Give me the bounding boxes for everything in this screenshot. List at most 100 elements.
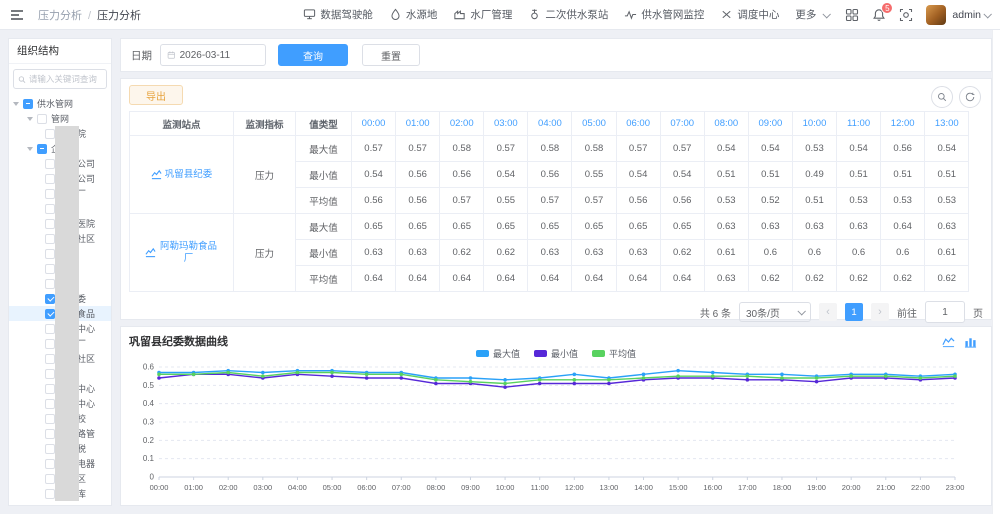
svg-text:19:00: 19:00 xyxy=(807,483,826,492)
column-header-indicator: 监测指标 xyxy=(233,111,296,136)
checkbox[interactable] xyxy=(37,143,47,154)
breadcrumb-parent[interactable]: 压力分析 xyxy=(38,10,82,22)
checkbox[interactable] xyxy=(45,353,55,364)
nav-item-water-plant[interactable]: 水厂管理 xyxy=(453,7,512,22)
nav-item-more[interactable]: 更多 xyxy=(795,7,832,22)
prev-page-button[interactable]: ‹ xyxy=(819,303,837,321)
current-page-button[interactable]: 1 xyxy=(845,303,863,321)
checkbox[interactable] xyxy=(45,488,55,499)
user-menu[interactable]: admin xyxy=(952,8,992,21)
checkbox[interactable] xyxy=(45,323,55,334)
value-cell: 0.54 xyxy=(703,135,749,162)
legend-item[interactable]: 最大值 xyxy=(475,347,520,360)
checkbox[interactable] xyxy=(45,308,55,319)
checkbox[interactable] xyxy=(45,458,55,469)
checkbox[interactable] xyxy=(45,233,55,244)
checkbox[interactable] xyxy=(45,338,55,349)
notifications-button[interactable]: 5 xyxy=(872,1,894,22)
tree-item[interactable]: 供水管网 xyxy=(9,96,111,111)
chart-panel: 巩留县纪委数据曲线 最大值 最小值 平均值 0 0.1 0.2 0.3 0.4 0.5 0.6 0… xyxy=(120,326,992,506)
scrollbar-track[interactable] xyxy=(992,30,1000,514)
checkbox[interactable] xyxy=(45,443,55,454)
breadcrumb: 压力分析 / 压力分析 xyxy=(38,7,141,23)
station-cell[interactable]: 阿勒玛勒食品厂 xyxy=(129,213,234,292)
table-row: 巩留县纪委 压力 最大值 0.57 0.57 0.58 0.57 0.58 0.58 0.57 0.… xyxy=(129,135,970,214)
checkbox[interactable] xyxy=(45,203,55,214)
caret-down-icon[interactable] xyxy=(27,146,33,151)
value-cell: 0.51 xyxy=(880,161,926,188)
trend-icon xyxy=(151,169,162,180)
checkbox[interactable] xyxy=(23,98,33,109)
checkbox[interactable] xyxy=(45,158,55,169)
value-cell: 0.64 xyxy=(350,265,397,292)
nav-item-data-cockpit[interactable]: 数据驾驶舱 xyxy=(303,7,373,22)
value-cell: 0.63 xyxy=(703,265,749,292)
export-button[interactable]: 导出 xyxy=(129,85,183,105)
station-cell[interactable]: 巩留县纪委 xyxy=(129,135,234,214)
checkbox[interactable] xyxy=(45,263,55,274)
checkbox[interactable] xyxy=(45,293,55,304)
value-cell: 0.51 xyxy=(747,161,793,188)
checkbox[interactable] xyxy=(45,428,55,439)
checkbox[interactable] xyxy=(45,173,55,184)
value-cell: 0.56 xyxy=(527,161,573,188)
tree-item-label: 管网 xyxy=(51,114,70,124)
breadcrumb-separator: / xyxy=(88,9,92,22)
checkbox[interactable] xyxy=(45,218,55,229)
line-chart-toggle-icon[interactable] xyxy=(942,336,955,348)
time-column-header: 03:00 xyxy=(483,111,529,136)
avatar[interactable] xyxy=(926,4,947,25)
value-cell: 0.54 xyxy=(483,161,529,188)
tree-search-input[interactable] xyxy=(28,74,102,84)
checkbox[interactable] xyxy=(45,188,55,199)
svg-text:20:00: 20:00 xyxy=(842,483,861,492)
calendar-icon xyxy=(167,51,175,59)
value-cell: 0.63 xyxy=(791,213,838,240)
value-cell: 0.63 xyxy=(571,239,617,266)
svg-text:01:00: 01:00 xyxy=(184,483,203,492)
organization-panel-title: 组织结构 xyxy=(9,39,111,64)
redaction-overlay xyxy=(55,126,79,501)
legend-item[interactable]: 最小值 xyxy=(533,347,578,360)
time-column-header: 01:00 xyxy=(395,111,441,136)
username: admin xyxy=(952,8,981,21)
reset-button[interactable]: 重置 xyxy=(362,44,420,66)
goto-page-input[interactable] xyxy=(925,301,965,323)
svg-text:02:00: 02:00 xyxy=(219,483,238,492)
caret-down-icon[interactable] xyxy=(13,101,19,106)
table-search-button[interactable] xyxy=(931,86,953,108)
legend-item[interactable]: 平均值 xyxy=(592,347,636,360)
checkbox[interactable] xyxy=(45,128,55,139)
checkbox[interactable] xyxy=(37,113,47,124)
value-cell: 0.53 xyxy=(791,135,838,162)
checkbox[interactable] xyxy=(45,413,55,424)
tree-item[interactable]: 管网 xyxy=(9,111,111,126)
nav-item-pipe-network[interactable]: 供水管网监控 xyxy=(624,7,704,22)
checkbox[interactable] xyxy=(45,398,55,409)
nav-item-water-source[interactable]: 水源地 xyxy=(389,7,437,22)
value-cell: 0.62 xyxy=(659,239,705,266)
next-page-button[interactable]: › xyxy=(871,303,889,321)
svg-text:14:00: 14:00 xyxy=(634,483,653,492)
checkbox[interactable] xyxy=(45,383,55,394)
station-name-link[interactable]: 阿勒玛勒食品厂 xyxy=(159,241,219,264)
table-refresh-button[interactable] xyxy=(959,86,981,108)
value-cell: 0.58 xyxy=(571,135,617,162)
apps-grid-button[interactable] xyxy=(845,8,859,22)
menu-collapse-icon[interactable] xyxy=(10,9,24,21)
page-size-select[interactable]: 30条/页 xyxy=(739,302,811,322)
query-button[interactable]: 查询 xyxy=(278,44,348,66)
station-name-link[interactable]: 巩留县纪委 xyxy=(165,169,213,180)
checkbox[interactable] xyxy=(45,473,55,484)
value-cell: 0.53 xyxy=(836,187,882,214)
fullscreen-scan-button[interactable] xyxy=(899,8,913,22)
checkbox[interactable] xyxy=(45,278,55,289)
date-picker[interactable] xyxy=(160,44,266,66)
caret-down-icon[interactable] xyxy=(27,116,33,121)
nav-item-pump-station[interactable]: 二次供水泵站 xyxy=(528,7,608,22)
checkbox[interactable] xyxy=(45,248,55,259)
nav-item-dispatch-center[interactable]: 调度中心 xyxy=(720,7,779,22)
bar-chart-toggle-icon[interactable] xyxy=(964,336,977,348)
date-input[interactable] xyxy=(179,49,259,61)
checkbox[interactable] xyxy=(45,368,55,379)
